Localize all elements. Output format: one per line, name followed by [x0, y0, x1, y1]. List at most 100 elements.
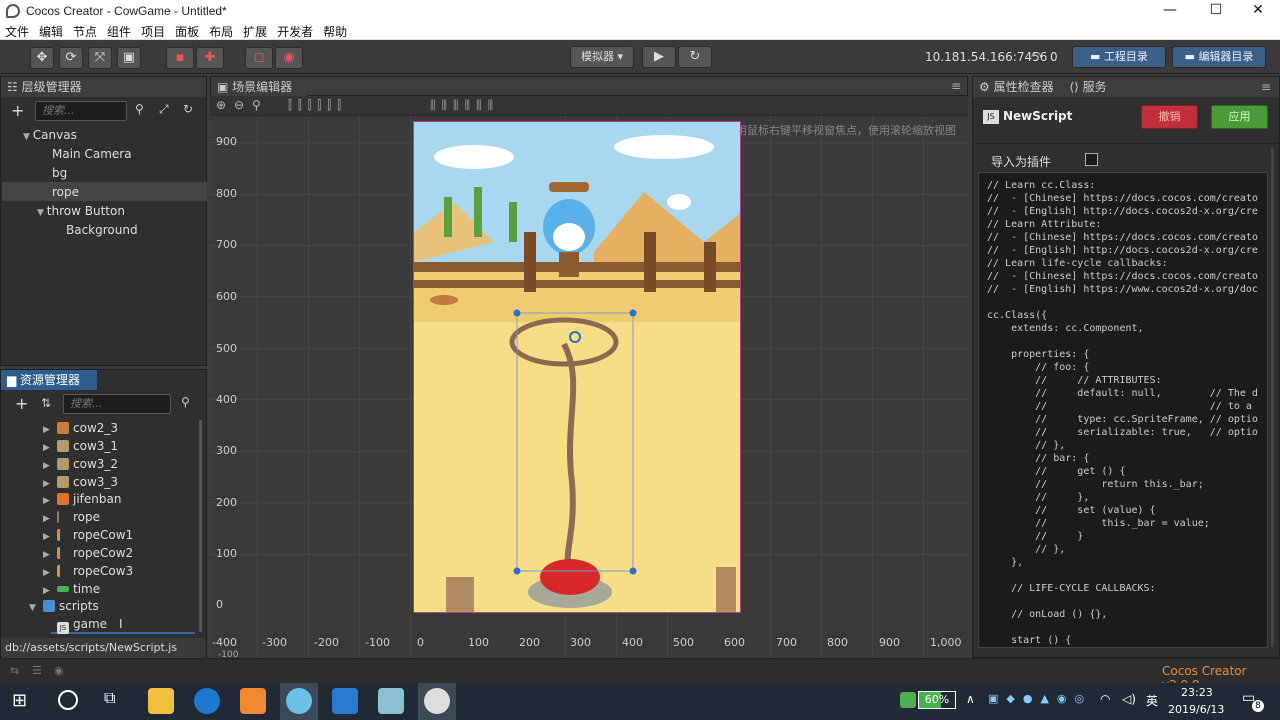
menu-file[interactable]: 文件: [0, 22, 34, 40]
menu-component[interactable]: 组件: [102, 22, 136, 40]
asset-jifenban[interactable]: ▶ jifenban: [43, 492, 121, 506]
panel-menu-icon[interactable]: ≡: [951, 79, 961, 93]
menu-developer[interactable]: 开发者: [272, 22, 318, 40]
task-view-icon[interactable]: ⧉: [104, 688, 115, 708]
image-icon: [57, 476, 69, 488]
db-icon[interactable]: ☰: [32, 664, 42, 677]
tree-node-canvas[interactable]: ▼ Canvas: [23, 128, 77, 142]
tree-node-bg[interactable]: bg: [52, 166, 67, 180]
hierarchy-search-input[interactable]: 搜索...: [35, 101, 127, 121]
tree-node-main-camera[interactable]: Main Camera: [52, 147, 132, 161]
tree-node-rope[interactable]: rope: [52, 185, 79, 199]
game-canvas[interactable]: [413, 121, 741, 613]
wifi-icon[interactable]: ◠: [1100, 692, 1110, 706]
clock-date[interactable]: 2019/6/13: [1168, 703, 1224, 716]
volume-icon[interactable]: ◁): [1122, 692, 1136, 706]
assets-tab[interactable]: ▆ 资源管理器: [1, 370, 97, 390]
caret-right-icon: ▶: [43, 443, 50, 453]
maximize-button[interactable]: ☐: [1194, 0, 1238, 22]
asset-ropecow2[interactable]: ▶ ropeCow2: [43, 546, 133, 560]
revert-button[interactable]: 撤销: [1141, 105, 1198, 129]
rect-tool-icon[interactable]: ▣: [117, 47, 141, 69]
refresh-button[interactable]: ↻: [678, 46, 712, 68]
clock-time[interactable]: 23:23: [1181, 686, 1213, 699]
asset-ropecow1[interactable]: ▶ ropeCow1: [43, 528, 133, 542]
asset-rope[interactable]: ▶ rope: [43, 510, 100, 524]
panel-menu-icon[interactable]: ≡: [1261, 77, 1271, 97]
hierarchy-tab[interactable]: ☷ 层级管理器: [1, 77, 206, 97]
add-asset-icon[interactable]: +: [15, 394, 28, 413]
gizmo-global-icon[interactable]: ◉: [275, 47, 303, 69]
apply-button[interactable]: 应用: [1211, 105, 1268, 129]
app-k-icon[interactable]: [194, 688, 220, 714]
tree-node-background[interactable]: Background: [66, 223, 138, 237]
close-button[interactable]: ✕: [1236, 0, 1280, 22]
eye-icon[interactable]: ◉: [54, 664, 64, 677]
scene-tab[interactable]: ▣ 场景编辑器: [211, 77, 307, 97]
asset-time[interactable]: ▶ time: [43, 582, 100, 596]
menu-help[interactable]: 帮助: [318, 22, 352, 40]
tray-expand-icon[interactable]: ∧: [966, 692, 975, 706]
expand-icon[interactable]: ⤢: [159, 102, 169, 117]
windows-start-icon[interactable]: ⊞: [12, 690, 32, 711]
link-icon: ⟨⟩: [1069, 80, 1083, 94]
scale-tool-icon[interactable]: ⤧: [88, 47, 112, 69]
menu-extension[interactable]: 扩展: [238, 22, 272, 40]
inspector-scrollbar[interactable]: [1271, 147, 1274, 647]
asset-script-game[interactable]: JS game I: [57, 617, 123, 634]
zoom-in-icon[interactable]: ⊕: [216, 98, 226, 112]
add-node-icon[interactable]: +: [11, 101, 24, 120]
align-icons[interactable]: ⫿⫿⫿⫿⫿⫿: [288, 98, 347, 113]
sort-icon[interactable]: ⇅: [41, 396, 51, 410]
asset-cow3-3[interactable]: ▶ cow3_3: [43, 475, 118, 489]
cocos-creator-icon[interactable]: [424, 688, 450, 714]
tab-services[interactable]: ⟨⟩ 服务: [1069, 80, 1106, 94]
gear-icon: ⚙: [979, 80, 994, 94]
battery-indicator[interactable]: 60%: [918, 691, 956, 709]
editor-dir-button[interactable]: ▬ 编辑器目录: [1172, 46, 1266, 68]
ime-indicator[interactable]: 英: [1146, 692, 1158, 709]
shield-icon[interactable]: [900, 692, 916, 708]
caret-right-icon: ▶: [43, 514, 50, 524]
gizmo-local-icon[interactable]: ◻: [245, 47, 273, 69]
search-icon[interactable]: ⚲: [135, 102, 144, 116]
log-icon[interactable]: ⇆: [10, 664, 19, 677]
search-icon[interactable]: ⚲: [181, 395, 190, 409]
simulator-dropdown[interactable]: 模拟器 ▾: [570, 46, 634, 68]
asset-cow2-3[interactable]: ▶ cow2_3: [43, 421, 118, 435]
project-dir-button[interactable]: ▬ 工程目录: [1072, 46, 1166, 68]
assets-search-input[interactable]: 搜索...: [63, 394, 171, 414]
menu-layout[interactable]: 布局: [204, 22, 238, 40]
asset-folder-scripts[interactable]: ▼ scripts: [29, 599, 99, 613]
app-cloud-icon[interactable]: [286, 688, 312, 714]
app-orange-icon[interactable]: [240, 688, 266, 714]
import-as-plugin-checkbox[interactable]: [1085, 153, 1098, 166]
asset-label: cow3_2: [73, 457, 119, 471]
asset-ropecow3[interactable]: ▶ ropeCow3: [43, 564, 133, 578]
vscode-icon[interactable]: [332, 688, 358, 714]
menu-panel[interactable]: 面板: [170, 22, 204, 40]
refresh-icon[interactable]: ↻: [183, 102, 193, 116]
rotate-tool-icon[interactable]: ⟳: [59, 47, 83, 69]
asset-cow3-1[interactable]: ▶ cow3_1: [43, 439, 118, 453]
scrollbar[interactable]: [199, 420, 202, 632]
file-explorer-icon[interactable]: [148, 688, 174, 714]
local-pivot-icon[interactable]: ▪: [166, 47, 194, 69]
tab-inspector[interactable]: ⚙ 属性检查器: [979, 80, 1054, 94]
move-tool-icon[interactable]: ✥: [30, 47, 54, 69]
cortana-icon[interactable]: [58, 690, 78, 710]
menu-node[interactable]: 节点: [68, 22, 102, 40]
tree-node-throw-button[interactable]: ▼ throw Button: [37, 204, 125, 218]
minimize-button[interactable]: —: [1148, 0, 1192, 22]
global-pivot-icon[interactable]: ✚: [196, 47, 224, 69]
zoom-reset-icon[interactable]: ⚲: [252, 98, 261, 112]
app-tool-icon[interactable]: [378, 688, 404, 714]
distribute-icons[interactable]: ⫼⫼⫼⫼⫼⫼: [430, 98, 499, 113]
menu-project[interactable]: 项目: [136, 22, 170, 40]
asset-cow3-2[interactable]: ▶ cow3_2: [43, 457, 118, 471]
x-tick-label: 100: [468, 636, 489, 649]
play-button[interactable]: ▶: [642, 46, 676, 68]
menu-edit[interactable]: 编辑: [34, 22, 68, 40]
zoom-out-icon[interactable]: ⊖: [234, 98, 244, 112]
tray-icons[interactable]: ▣◆●▲◉◎: [988, 692, 1092, 705]
